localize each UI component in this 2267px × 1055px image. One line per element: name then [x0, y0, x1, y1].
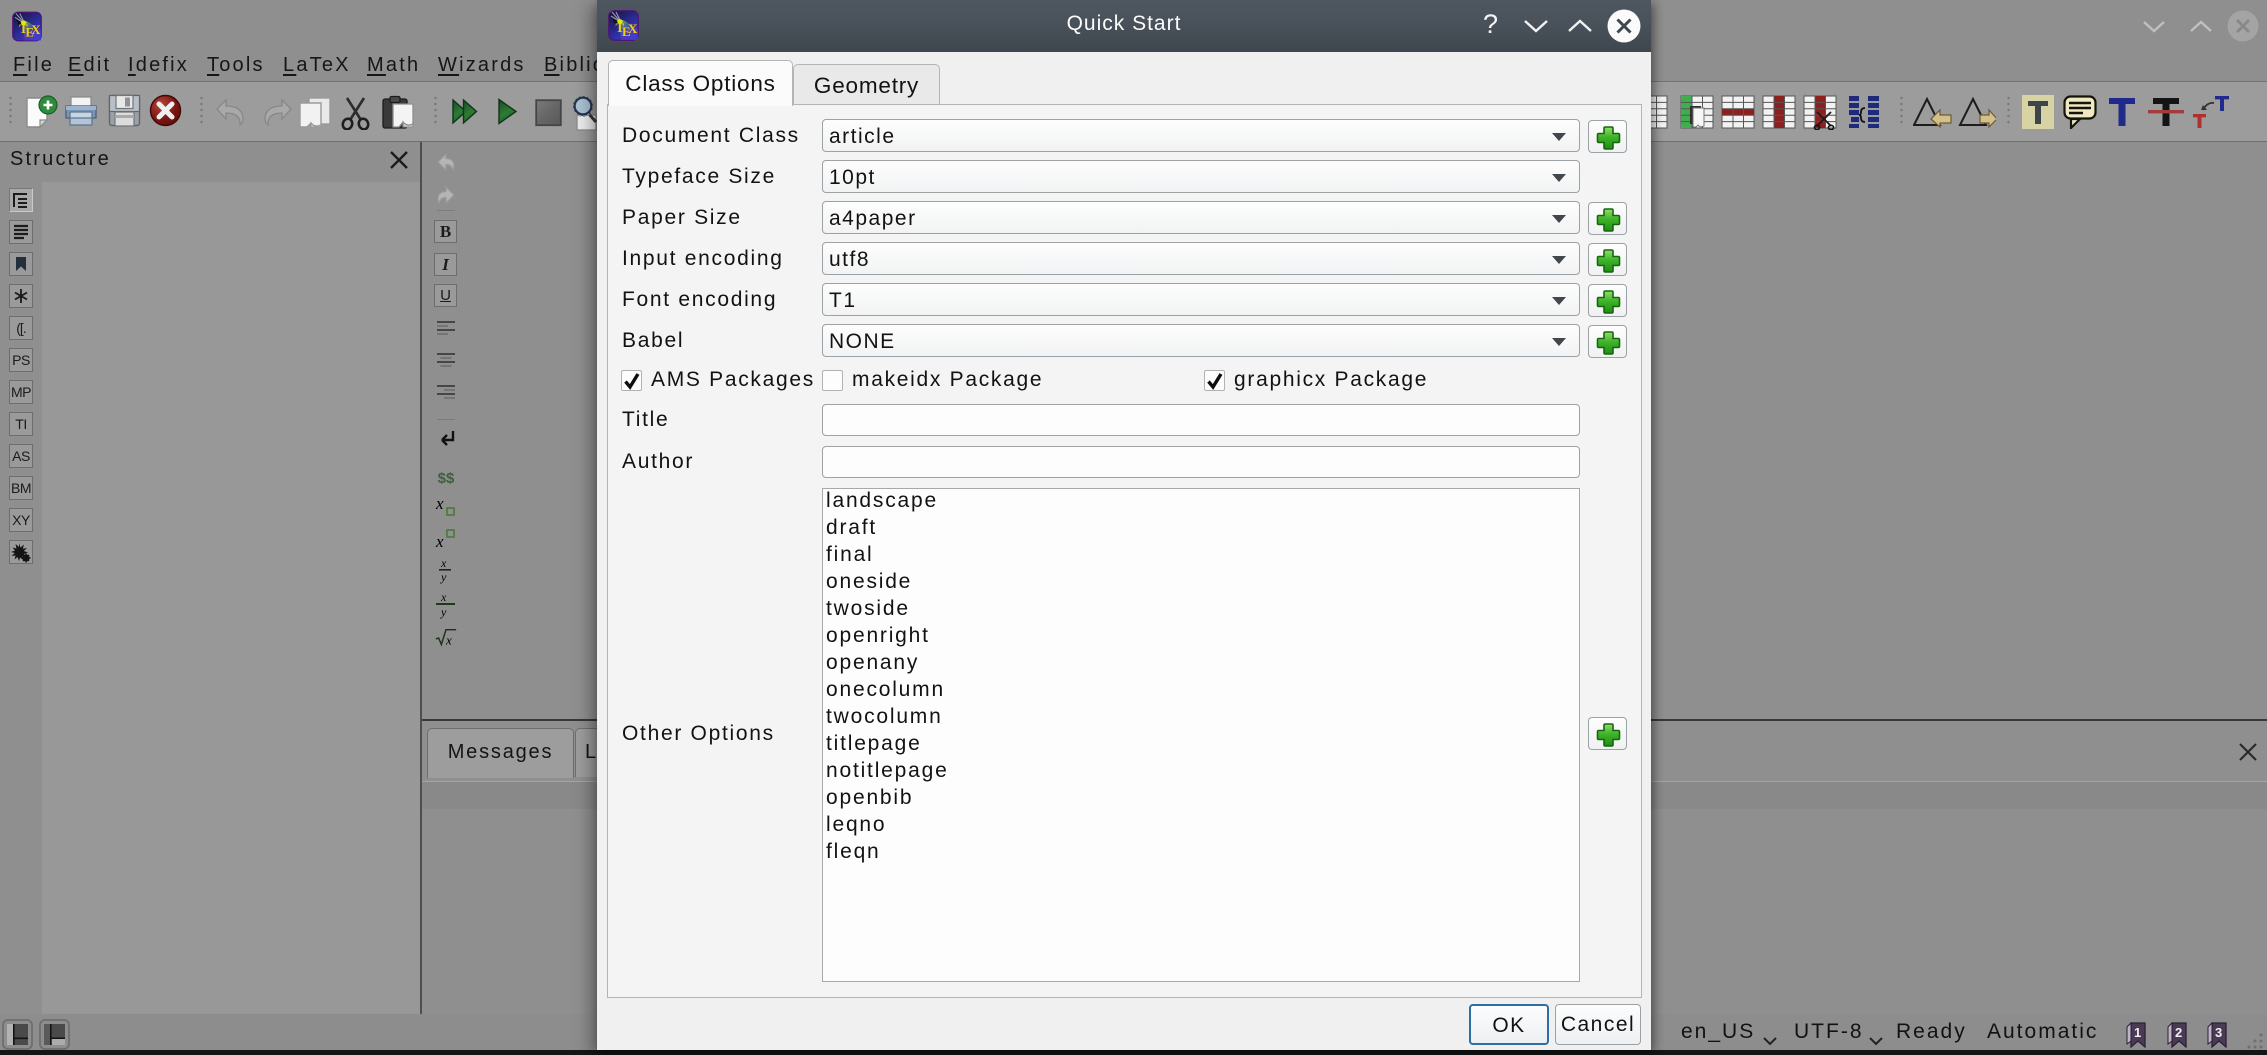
- svg-text:x: x: [440, 556, 447, 570]
- svg-text:y: y: [440, 570, 447, 584]
- svg-text:X: X: [31, 23, 40, 37]
- svg-text:3: 3: [2215, 1025, 2222, 1040]
- svg-text:x: x: [435, 494, 444, 513]
- svg-text:x: x: [440, 590, 447, 604]
- svg-text:2: 2: [2175, 1025, 2182, 1040]
- svg-text:x: x: [445, 632, 452, 647]
- svg-text:x: x: [435, 532, 444, 551]
- svg-text:1: 1: [2134, 1025, 2141, 1040]
- svg-text:y: y: [440, 605, 447, 619]
